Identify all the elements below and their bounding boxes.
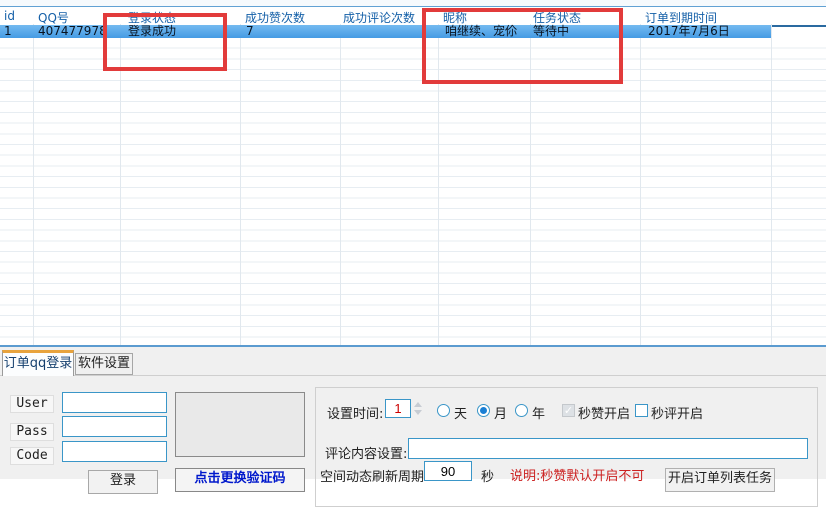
grid-vline (33, 24, 34, 345)
cell-expire-date: 2017年7月6日 (648, 25, 730, 38)
tab-order-qq-login[interactable]: 订单qq登录 (2, 350, 74, 376)
cell-qq: 407477978 (38, 25, 107, 38)
checkbox-instant-like-label[interactable]: 秒赞开启 (578, 403, 630, 422)
change-captcha-button[interactable]: 点击更换验证码 (175, 468, 305, 492)
app-window: id QQ号 登录状态 成功赞次数 成功评论次数 昵称 任务状态 订单到期时间 … (0, 0, 826, 479)
checkbox-instant-comment-label[interactable]: 秒评开启 (651, 403, 703, 422)
code-input[interactable] (62, 441, 167, 462)
grid-vline (771, 24, 772, 345)
grid-vline (340, 24, 341, 345)
start-order-task-button[interactable]: 开启订单列表任务 (665, 468, 775, 492)
pass-label: Pass (10, 423, 54, 441)
login-button[interactable]: 登录 (88, 470, 158, 494)
col-header-comment-count[interactable]: 成功评论次数 (343, 9, 415, 26)
radio-day-label[interactable]: 天 (454, 403, 467, 422)
comment-content-input[interactable] (408, 438, 808, 459)
cell-id: 1 (4, 25, 12, 38)
col-header-id[interactable]: id (4, 9, 15, 23)
user-label: User (10, 395, 54, 413)
annotation-box-login-status (103, 13, 227, 71)
grid-vline (120, 24, 121, 345)
captcha-image[interactable] (175, 392, 305, 457)
tab-software-settings[interactable]: 软件设置 (75, 353, 133, 375)
refresh-period-label: 空间动态刷新周期 (320, 466, 424, 485)
col-header-like-count[interactable]: 成功赞次数 (245, 9, 305, 26)
radio-day[interactable] (437, 404, 450, 417)
grid-vline (240, 24, 241, 345)
spinner-arrows-icon[interactable] (413, 400, 424, 417)
panel-top-border (0, 375, 826, 376)
annotation-box-nickname-task (422, 8, 623, 84)
table-body-grid[interactable] (0, 38, 826, 345)
grid-vline (640, 24, 641, 345)
refresh-period-input[interactable] (424, 461, 472, 481)
cell-like-count: 7 (246, 25, 254, 38)
time-value-input[interactable] (385, 399, 411, 418)
comment-content-label: 评论内容设置: (325, 443, 407, 462)
checkbox-instant-comment[interactable] (635, 404, 648, 417)
radio-year-label[interactable]: 年 (532, 403, 545, 422)
checkbox-instant-like[interactable]: ✓ (562, 404, 575, 417)
code-label: Code (10, 447, 54, 465)
pass-input[interactable] (62, 416, 167, 437)
user-input[interactable] (62, 392, 167, 413)
refresh-unit-label: 秒 (481, 466, 494, 485)
radio-year[interactable] (515, 404, 528, 417)
radio-month[interactable] (477, 404, 490, 417)
radio-month-label[interactable]: 月 (494, 403, 507, 422)
time-setting-label: 设置时间: (327, 403, 383, 422)
note-text: 说明:秒赞默认开启不可 (510, 465, 644, 484)
